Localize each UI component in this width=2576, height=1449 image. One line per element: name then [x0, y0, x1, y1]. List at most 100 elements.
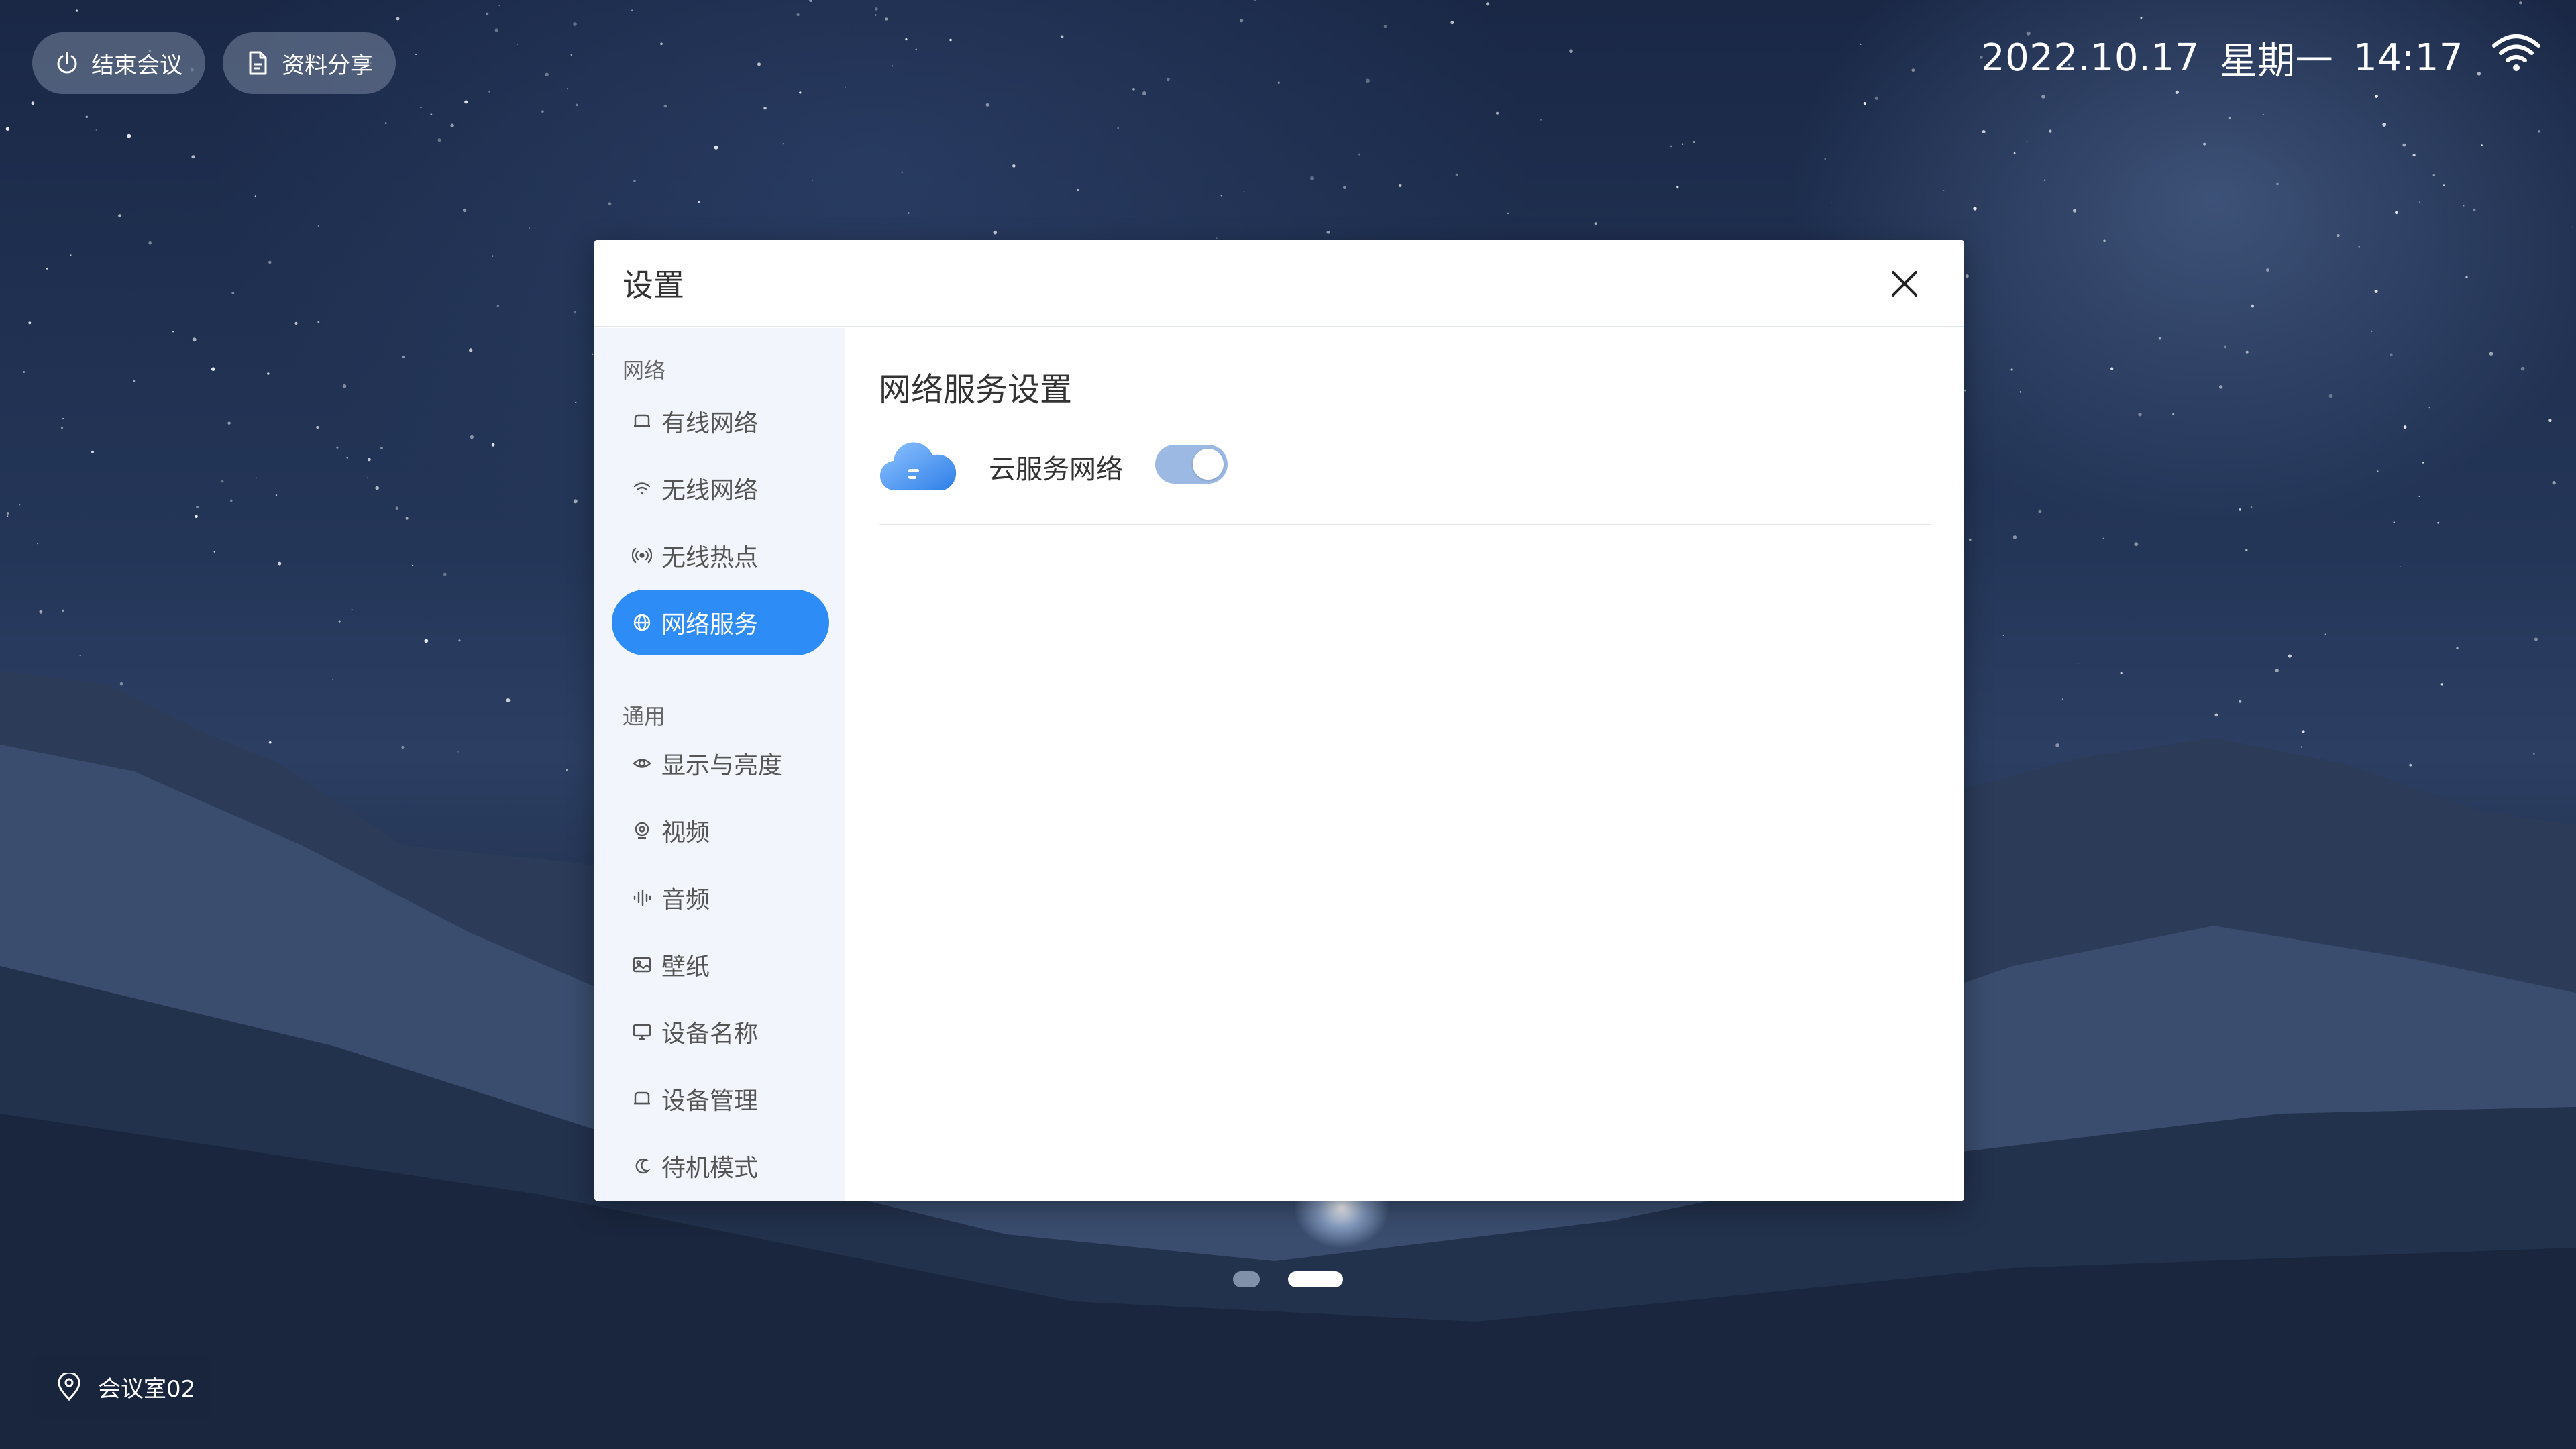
star [875, 14, 877, 16]
star [402, 356, 405, 359]
sidebar-item-label: 显示与亮度 [661, 752, 783, 780]
sidebar-item-standby-mode[interactable]: 待机模式 [612, 1133, 829, 1199]
star [1969, 538, 1972, 541]
star [915, 48, 917, 50]
star [91, 450, 94, 453]
star [31, 101, 35, 105]
star [486, 12, 489, 15]
star [395, 506, 399, 510]
toggle-knob [1193, 449, 1224, 480]
star [2399, 565, 2401, 567]
star [663, 104, 667, 108]
star [1166, 78, 1170, 82]
star [2571, 226, 2573, 228]
star [1012, 164, 1016, 168]
sidebar-item-label: 有线网络 [661, 410, 759, 437]
page-dot-2-active[interactable] [1288, 1271, 1343, 1287]
star [1670, 145, 1672, 148]
star [351, 608, 353, 611]
star [470, 435, 474, 439]
sidebar-item-network-service[interactable]: 网络服务 [612, 590, 829, 655]
star [1455, 173, 1458, 176]
star [85, 115, 89, 119]
star [1077, 189, 1079, 191]
star [405, 517, 409, 520]
sidebar-item-label: 视频 [661, 819, 710, 847]
star [1398, 184, 1402, 188]
star [1982, 130, 1986, 133]
star [1594, 222, 1597, 225]
page-dot-1[interactable] [1233, 1271, 1260, 1287]
star [516, 43, 518, 45]
share-files-button[interactable]: 资料分享 [223, 32, 396, 94]
star [420, 107, 422, 109]
sidebar-item-wallpaper[interactable]: 壁纸 [612, 932, 829, 998]
star [275, 494, 278, 496]
star [317, 225, 319, 227]
document-icon [249, 51, 267, 75]
star [907, 212, 910, 214]
star [2140, 17, 2143, 19]
star [498, 5, 500, 7]
star [2382, 123, 2387, 127]
star [28, 321, 32, 325]
cloud-service-toggle[interactable] [1155, 445, 1228, 484]
star [2224, 345, 2227, 349]
cloud-service-label: 云服务网络 [989, 454, 1123, 485]
star [1326, 231, 1330, 234]
star [1943, 190, 1945, 191]
close-icon[interactable] [1888, 267, 1921, 301]
star [2465, 276, 2468, 278]
star [496, 305, 500, 307]
star [437, 138, 441, 142]
sidebar-item-device-name[interactable]: 设备名称 [612, 999, 829, 1065]
star [2158, 337, 2161, 340]
star [380, 447, 383, 449]
star [763, 107, 767, 110]
star [1220, 195, 1222, 197]
sidebar-item-display-brightness[interactable]: 显示与亮度 [612, 731, 829, 796]
star [2250, 506, 2253, 508]
star [375, 486, 379, 490]
cloud-icon [879, 442, 957, 491]
star [192, 337, 197, 342]
star [2134, 542, 2139, 547]
sidebar-item-device-management[interactable]: 设备管理 [612, 1066, 829, 1132]
star [317, 321, 320, 323]
star [268, 260, 272, 264]
star [660, 42, 663, 46]
star [1243, 191, 1245, 193]
wifi-icon[interactable] [2490, 31, 2542, 74]
star [782, 143, 784, 145]
sidebar-item-video[interactable]: 视频 [612, 798, 829, 863]
star [2395, 211, 2398, 215]
end-meeting-button[interactable]: 结束会议 [32, 32, 205, 94]
star [1569, 49, 1573, 53]
star [1874, 96, 1879, 100]
eye-icon [633, 759, 651, 768]
star [127, 133, 131, 138]
star [2239, 508, 2241, 511]
star [1507, 212, 1509, 214]
star [529, 227, 530, 229]
star [1366, 78, 1370, 83]
star [2245, 350, 2249, 354]
star [23, 371, 25, 373]
star [1383, 25, 1387, 28]
star [2358, 246, 2360, 248]
sidebar-item-hotspot[interactable]: 无线热点 [612, 523, 829, 588]
sidebar-item-audio[interactable]: 音频 [612, 865, 829, 930]
star [1911, 68, 1915, 72]
star [2371, 330, 2373, 333]
star [464, 100, 468, 104]
star [1693, 141, 1695, 143]
star [70, 254, 72, 256]
star [575, 401, 577, 403]
sidebar-item-wireless-network[interactable]: 无线网络 [612, 455, 829, 521]
star [633, 180, 636, 182]
monitor-icon [633, 1024, 651, 1040]
sidebar-item-wired-network[interactable]: 有线网络 [612, 388, 829, 454]
star [1216, 237, 1218, 239]
star [796, 13, 800, 17]
star [6, 512, 9, 515]
